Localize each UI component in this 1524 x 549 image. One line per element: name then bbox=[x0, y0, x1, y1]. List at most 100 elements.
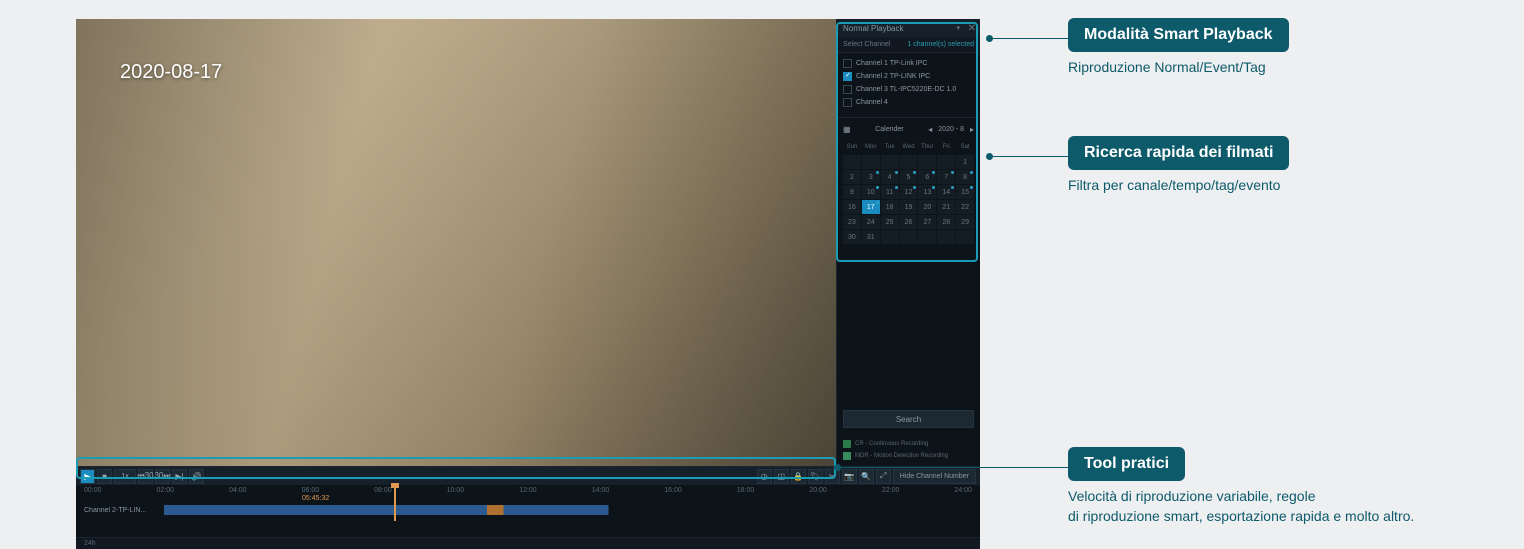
bookmark-icon[interactable]: ◫ bbox=[774, 469, 789, 484]
select-channel-label: Select Channel bbox=[843, 41, 890, 48]
calendar-header: ▦ Calender ◂ 2020 - 8 ▸ bbox=[843, 122, 974, 136]
close-icon[interactable]: ✕ bbox=[968, 23, 976, 34]
calendar-day[interactable]: 25 bbox=[881, 215, 899, 229]
calendar-day[interactable]: 4 bbox=[881, 170, 899, 184]
timeline-range-label[interactable]: 24h bbox=[84, 540, 96, 547]
calendar-day[interactable]: 26 bbox=[900, 215, 918, 229]
calendar-day bbox=[843, 155, 861, 169]
calendar-day[interactable]: 16 bbox=[843, 200, 861, 214]
clock-icon[interactable]: ◷ bbox=[757, 469, 772, 484]
calendar-day[interactable]: 23 bbox=[843, 215, 861, 229]
calendar-title: Calender bbox=[875, 126, 903, 133]
calendar-day[interactable]: 19 bbox=[900, 200, 918, 214]
nvr-playback-window: 2020-08-17 Normal Playback ▾ ✕ Select Ch… bbox=[76, 19, 980, 549]
calendar-day[interactable]: 3 bbox=[862, 170, 880, 184]
calendar-day bbox=[918, 230, 936, 244]
calendar-day[interactable]: 9 bbox=[843, 185, 861, 199]
time-tick: 08:00 bbox=[374, 487, 392, 497]
current-time-label: 05:45:32 bbox=[302, 495, 329, 502]
snapshot-icon[interactable]: 📷 bbox=[842, 469, 857, 484]
time-tick: 18:00 bbox=[737, 487, 755, 497]
calendar-day[interactable]: 12 bbox=[900, 185, 918, 199]
callout-desc: Riproduzione Normal/Event/Tag bbox=[1068, 58, 1448, 78]
track-bar[interactable] bbox=[164, 505, 972, 515]
calendar-day[interactable]: 8 bbox=[956, 170, 974, 184]
timeline[interactable]: 00:0002:0004:0006:0008:0010:0012:0014:00… bbox=[76, 485, 980, 537]
lock-icon[interactable]: 🔒 bbox=[791, 469, 806, 484]
calendar-day bbox=[900, 230, 918, 244]
channel-item[interactable]: Channel 1 TP-Link IPC bbox=[843, 57, 974, 70]
calendar-day[interactable]: 15 bbox=[956, 185, 974, 199]
search-button[interactable]: Search bbox=[843, 410, 974, 428]
calendar-day[interactable]: 14 bbox=[937, 185, 955, 199]
calendar-day[interactable]: 29 bbox=[956, 215, 974, 229]
tag-icon[interactable]: 🏷 bbox=[808, 469, 823, 484]
legend: CR - Continuous Recording MDR - Motion D… bbox=[837, 434, 980, 466]
calendar: ▦ Calender ◂ 2020 - 8 ▸ SunMonTueWedThur… bbox=[837, 117, 980, 248]
calendar-day bbox=[881, 155, 899, 169]
calendar-day[interactable]: 31 bbox=[862, 230, 880, 244]
zoom-icon[interactable]: 🔍 bbox=[859, 469, 874, 484]
chevron-down-icon: ▾ bbox=[956, 24, 960, 32]
calendar-day[interactable]: 24 bbox=[862, 215, 880, 229]
hide-channel-button[interactable]: Hide Channel Number bbox=[893, 469, 976, 484]
calendar-day[interactable]: 22 bbox=[956, 200, 974, 214]
callout-desc: Filtra per canale/tempo/tag/evento bbox=[1068, 176, 1448, 196]
channel-item[interactable]: Channel 4 bbox=[843, 96, 974, 109]
calendar-day bbox=[937, 155, 955, 169]
forward-30-button[interactable]: 30⏭ bbox=[155, 469, 170, 484]
channel-item[interactable]: Channel 3 TL-IPC5220E-DC 1.0 bbox=[843, 83, 974, 96]
playhead[interactable] bbox=[394, 487, 396, 521]
calendar-weekday: Sat bbox=[956, 140, 974, 154]
legend-text: MDR - Motion Detection Recording bbox=[855, 453, 948, 459]
channel-label: Channel 3 TL-IPC5220E-DC 1.0 bbox=[856, 86, 956, 93]
calendar-day[interactable]: 21 bbox=[937, 200, 955, 214]
playback-toolbar: ▶ ■ 1x ⏮30 30⏭ ▶| 🔊 ◷ ◫ 🔒 🏷 ✂ 📷 🔍 ⤢ Hide… bbox=[76, 466, 980, 485]
calendar-day[interactable]: 5 bbox=[900, 170, 918, 184]
prev-month-button[interactable]: ◂ bbox=[928, 125, 932, 134]
legend-item: MDR - Motion Detection Recording bbox=[843, 450, 974, 462]
checkbox[interactable] bbox=[843, 59, 852, 68]
speed-indicator[interactable]: 1x bbox=[114, 469, 136, 484]
checkbox[interactable] bbox=[843, 85, 852, 94]
next-month-button[interactable]: ▸ bbox=[970, 125, 974, 134]
calendar-day[interactable]: 30 bbox=[843, 230, 861, 244]
calendar-weekday: Fri bbox=[937, 140, 955, 154]
volume-button[interactable]: 🔊 bbox=[189, 469, 204, 484]
calendar-day[interactable]: 6 bbox=[918, 170, 936, 184]
calendar-day[interactable]: 18 bbox=[881, 200, 899, 214]
calendar-day bbox=[881, 230, 899, 244]
calendar-day[interactable]: 17 bbox=[862, 200, 880, 214]
calendar-day[interactable]: 13 bbox=[918, 185, 936, 199]
calendar-day[interactable]: 20 bbox=[918, 200, 936, 214]
playback-mode-dropdown[interactable]: Normal Playback ▾ ✕ bbox=[837, 19, 980, 37]
calendar-day[interactable]: 10 bbox=[862, 185, 880, 199]
calendar-nav: ◂ 2020 - 8 ▸ bbox=[928, 125, 974, 134]
calendar-day[interactable]: 1 bbox=[956, 155, 974, 169]
checkbox[interactable] bbox=[843, 72, 852, 81]
step-forward-button[interactable]: ▶| bbox=[172, 469, 187, 484]
time-tick: 24:00 bbox=[954, 487, 972, 497]
calendar-day[interactable]: 2 bbox=[843, 170, 861, 184]
calendar-weekday: Mon bbox=[862, 140, 880, 154]
calendar-day[interactable]: 27 bbox=[918, 215, 936, 229]
time-tick: 02:00 bbox=[157, 487, 175, 497]
time-tick: 22:00 bbox=[882, 487, 900, 497]
track-label: Channel 2-TP-LIN... bbox=[84, 507, 164, 514]
rewind-30-button[interactable]: ⏮30 bbox=[138, 469, 153, 484]
calendar-day[interactable]: 7 bbox=[937, 170, 955, 184]
video-view[interactable]: 2020-08-17 bbox=[76, 19, 836, 466]
legend-swatch bbox=[843, 440, 851, 448]
fullscreen-icon[interactable]: ⤢ bbox=[876, 469, 891, 484]
checkbox[interactable] bbox=[843, 98, 852, 107]
callout-desc: Velocità di riproduzione variabile, rego… bbox=[1068, 487, 1498, 526]
channel-label: Channel 2 TP-LINK IPC bbox=[856, 73, 930, 80]
select-channel-header[interactable]: Select Channel 1 channel(s) selected bbox=[837, 37, 980, 53]
calendar-day[interactable]: 28 bbox=[937, 215, 955, 229]
stop-button[interactable]: ■ bbox=[97, 469, 112, 484]
channel-label: Channel 4 bbox=[856, 99, 888, 106]
play-button[interactable]: ▶ bbox=[80, 469, 95, 484]
calendar-day[interactable]: 11 bbox=[881, 185, 899, 199]
time-tick: 10:00 bbox=[447, 487, 465, 497]
channel-item[interactable]: Channel 2 TP-LINK IPC bbox=[843, 70, 974, 83]
